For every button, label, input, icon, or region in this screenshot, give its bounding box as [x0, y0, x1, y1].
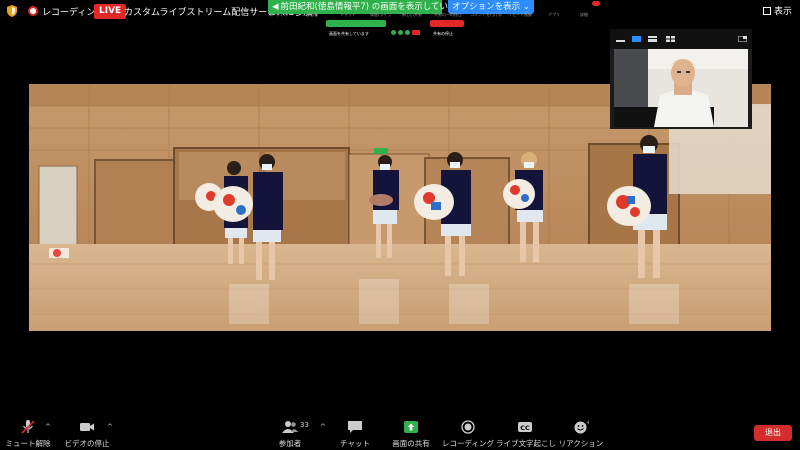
status-dot-icon [412, 30, 420, 35]
mini-toolbar-label[interactable]: チャット [340, 12, 356, 18]
chevron-up-icon[interactable]: ^ [45, 423, 51, 431]
mini-toolbar-label[interactable]: リモート制御 [508, 12, 532, 18]
notification-badge [592, 1, 600, 6]
speaker-icon: ◀ [272, 2, 279, 12]
participants-count: 33 [300, 421, 309, 429]
filmstrip-icon[interactable] [648, 36, 657, 42]
minimize-icon[interactable] [616, 36, 625, 42]
share-screen-button[interactable]: 画面の共有 [387, 414, 435, 450]
mini-toolbar-label[interactable]: コメントを付ける [470, 12, 502, 18]
share-screen-icon [404, 421, 418, 433]
share-banner-text: 前田紀和(徳島情報平7) の画面を表示しています [280, 2, 466, 12]
chat-bubble-icon [348, 421, 362, 433]
expand-view-icon[interactable] [738, 36, 747, 42]
mini-toolbar-label[interactable]: 詳細 [580, 12, 588, 18]
status-dot-icon [405, 30, 410, 35]
mute-label: ミュート解除 [5, 439, 51, 448]
self-view-toolbar [610, 29, 752, 49]
mic-muted-icon [21, 420, 35, 434]
sharing-status-pill: 画面を共有しています [326, 20, 386, 36]
sharing-status-text: 画面を共有しています [329, 31, 369, 36]
video-label: ビデオの停止 [64, 439, 110, 448]
video-camera-icon [80, 423, 94, 431]
mini-toolbar-label[interactable]: オーディオ [268, 12, 288, 18]
gallery-icon[interactable] [666, 36, 675, 42]
share-mini-toolbar: オーディオ 参加者 チャット 録画/ライブ 新しい共有 共有の一時停止 コメント… [268, 12, 598, 20]
record-button[interactable]: レコーディング [440, 414, 496, 450]
chat-button[interactable]: チャット [334, 414, 376, 450]
participants-label: 参加者 [278, 439, 302, 448]
speaker-view-icon[interactable] [632, 36, 641, 42]
mini-toolbar-label[interactable]: 共有の一時停止 [434, 12, 462, 18]
view-button-label: 表示 [773, 7, 792, 17]
reactions-button[interactable]: + リアクション [558, 414, 604, 450]
mini-toolbar-label[interactable]: アプリ [548, 12, 560, 18]
share-controls-icons[interactable] [390, 20, 426, 35]
people-icon [282, 421, 298, 433]
status-dot-icon [398, 30, 403, 35]
participants-button[interactable]: 参加者 [268, 414, 312, 450]
live-captions-label: ライブ文字起こし [496, 439, 556, 448]
self-video-feed [614, 49, 748, 127]
live-captions-button[interactable]: CC ライブ文字起こし [496, 414, 556, 450]
reactions-label: リアクション [558, 439, 604, 448]
record-icon [461, 420, 475, 434]
chevron-down-icon: ⌄ [522, 2, 530, 12]
mini-toolbar-label[interactable]: 録画/ライブ [370, 12, 391, 18]
chat-label: チャット [340, 439, 370, 448]
stop-share-button[interactable]: 共有の停止 [430, 20, 464, 36]
self-view-window[interactable] [610, 29, 752, 129]
share-screen-label: 画面の共有 [392, 439, 430, 448]
meeting-top-bar: レコーディング中 LIVE カスタムライブストリーム配信サービスに参加中 ◀ 前田… [0, 0, 800, 22]
view-options-label: オプションを表示 [452, 2, 521, 12]
status-dot-icon [391, 30, 396, 35]
leave-button[interactable]: 退出 [754, 425, 792, 441]
shield-icon[interactable] [6, 5, 18, 17]
cc-icon-text: CC [520, 424, 530, 432]
view-button[interactable]: 表示 [762, 4, 792, 17]
grid-icon [762, 7, 771, 15]
mini-toolbar-label[interactable]: 新しい共有 [402, 12, 422, 18]
mute-button[interactable]: ミュート解除 [0, 414, 56, 450]
live-badge[interactable]: LIVE [94, 4, 127, 19]
video-toggle-button[interactable]: ビデオの停止 [60, 414, 114, 450]
participant-portrait [614, 49, 748, 127]
meeting-controls-bar: ミュート解除 ^ ビデオの停止 ^ 参加者 33 ^ チャット 画面の共有 レコ… [0, 414, 800, 450]
smiley-icon: + [574, 420, 590, 434]
cc-icon: CC [518, 422, 532, 432]
mini-toolbar-label[interactable]: 参加者 [306, 12, 318, 18]
record-label: レコーディング [442, 439, 494, 448]
recording-indicator-icon [28, 6, 38, 16]
svg-text:+: + [587, 420, 590, 426]
stop-share-label: 共有の停止 [433, 31, 453, 36]
chevron-up-icon[interactable]: ^ [107, 423, 113, 431]
chevron-up-icon[interactable]: ^ [320, 423, 326, 431]
